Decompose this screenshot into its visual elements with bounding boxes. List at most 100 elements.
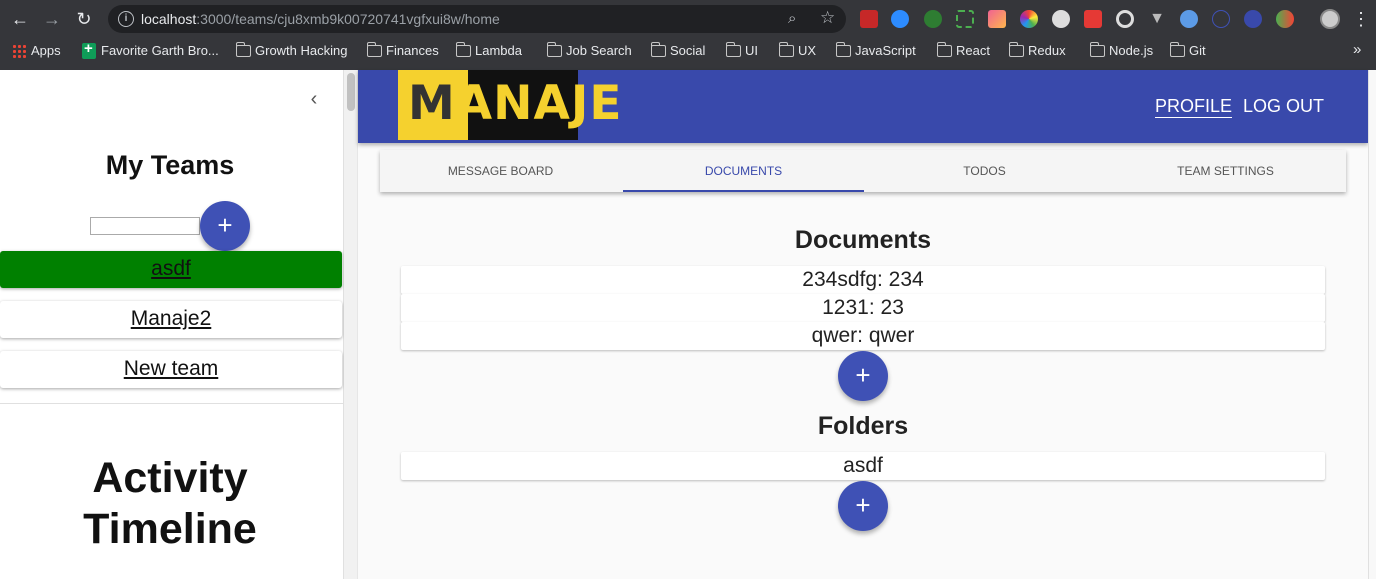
reload-icon[interactable]: ↻ — [72, 7, 96, 31]
folder-icon — [835, 42, 851, 57]
bookmark-label: JavaScript — [855, 43, 916, 58]
folder-icon — [366, 42, 382, 57]
url-text[interactable]: localhost:3000/teams/cju8xmb9k00720741vg… — [141, 11, 500, 27]
extension-icon[interactable] — [860, 10, 878, 28]
info-icon[interactable]: i — [118, 11, 134, 27]
browser-toolbar: ← → ↻ i localhost:3000/teams/cju8xmb9k00… — [0, 0, 1376, 38]
logo-letters: ANAJE — [455, 76, 623, 131]
extension-icon[interactable] — [1052, 10, 1070, 28]
team-label: New team — [123, 357, 219, 380]
color-picker-icon[interactable] — [1020, 10, 1038, 28]
sidebar: ‹ My Teams + asdf Manaje2 New team Activ… — [0, 70, 344, 579]
url-host: localhost — [141, 11, 197, 27]
bookmark-folder[interactable]: Job Search — [546, 42, 632, 60]
team-item-manaje2[interactable]: Manaje2 — [0, 301, 342, 338]
tab-message-board[interactable]: MESSAGE BOARD — [380, 150, 621, 192]
color-extension-icon[interactable] — [988, 10, 1006, 28]
tab-bar: MESSAGE BOARD DOCUMENTS TODOS TEAM SETTI… — [380, 150, 1346, 192]
folder-icon — [455, 42, 471, 57]
extension-icon[interactable] — [1244, 10, 1262, 28]
bookmark-folder[interactable]: UI — [725, 42, 758, 60]
sheet-icon — [82, 40, 96, 59]
logout-link[interactable]: LOG OUT — [1243, 96, 1324, 117]
add-document-button[interactable]: + — [838, 351, 888, 401]
document-item[interactable]: 1231: 23 — [401, 294, 1325, 322]
bookmark-label: Growth Hacking — [255, 43, 348, 58]
main-scrollbar[interactable] — [1368, 70, 1376, 579]
tab-documents[interactable]: DOCUMENTS — [623, 150, 864, 192]
app-bar: MANAJE PROFILE LOG OUT — [358, 70, 1368, 143]
bookmark-label: Apps — [31, 43, 61, 58]
tab-team-settings[interactable]: TEAM SETTINGS — [1105, 150, 1346, 192]
folder-item[interactable]: asdf — [401, 452, 1325, 480]
bookmark-folder[interactable]: Redux — [1008, 42, 1066, 60]
bookmark-label: Social — [670, 43, 706, 58]
bookmark-label: Finances — [386, 43, 439, 58]
extension-icon[interactable] — [1180, 10, 1198, 28]
profile-avatar-icon[interactable] — [1320, 9, 1340, 29]
folder-icon — [650, 42, 666, 57]
back-icon[interactable]: ← — [8, 7, 32, 31]
activity-title-line-2: Timeline — [83, 505, 257, 553]
bookmark-folder[interactable]: React — [936, 42, 990, 60]
bookmark-apps[interactable]: Apps — [12, 42, 61, 60]
tab-todos[interactable]: TODOS — [864, 150, 1105, 192]
extension-icon[interactable] — [1084, 10, 1102, 28]
screenshot-extension-icon[interactable] — [956, 10, 974, 28]
zoom-icon[interactable]: ⌕ — [788, 10, 796, 27]
manaje-logo[interactable]: MANAJE — [398, 70, 621, 140]
document-item[interactable]: qwer: qwer — [401, 322, 1325, 350]
url-path: :3000/teams/cju8xmb9k00720741vgfxui8w/ho… — [196, 11, 500, 27]
bookmark-label: UX — [798, 43, 817, 58]
my-teams-title: My Teams — [105, 150, 235, 180]
team-label: Manaje2 — [130, 307, 212, 330]
bookmarks-overflow-icon[interactable]: » — [1353, 41, 1361, 58]
zoom-extension-icon[interactable] — [891, 10, 909, 28]
team-item-new-team[interactable]: New team — [0, 351, 342, 388]
forward-icon[interactable]: → — [40, 7, 64, 31]
profile-link[interactable]: PROFILE — [1155, 96, 1233, 118]
bookmark-folder[interactable]: Node.js — [1089, 42, 1153, 60]
page: ‹ My Teams + asdf Manaje2 New team Activ… — [0, 70, 1376, 579]
bookmark-label: Git — [1189, 43, 1206, 58]
extension-icon[interactable] — [1116, 10, 1134, 28]
bookmark-folder[interactable]: UX — [778, 42, 817, 60]
bookmark-star-icon[interactable]: ☆ — [820, 8, 835, 28]
folder-icon — [1008, 42, 1024, 57]
menu-kebab-icon[interactable]: ⋮ — [1352, 7, 1370, 31]
documents-title: Documents — [794, 226, 932, 254]
bookmark-item[interactable]: Favorite Garth Bro... — [82, 40, 219, 60]
activity-title-line-1: Activity — [92, 454, 248, 502]
folder-icon — [546, 42, 562, 57]
new-team-input[interactable] — [90, 217, 200, 235]
bookmark-folder[interactable]: Finances — [366, 42, 439, 60]
logo-text: MANAJE — [408, 76, 622, 131]
chevron-left-icon[interactable]: ‹ — [304, 88, 324, 110]
folder-icon — [235, 42, 251, 57]
browser-chrome: ← → ↻ i localhost:3000/teams/cju8xmb9k00… — [0, 0, 1376, 70]
bookmark-folder[interactable]: Git — [1169, 42, 1206, 60]
bookmark-label: UI — [745, 43, 758, 58]
document-item[interactable]: 234sdfg: 234 — [401, 266, 1325, 294]
bookmark-folder[interactable]: Growth Hacking — [235, 42, 348, 60]
folder-icon — [725, 42, 741, 57]
folder-icon — [1089, 42, 1105, 57]
apollo-icon[interactable] — [1212, 10, 1230, 28]
add-team-button[interactable]: + — [200, 201, 250, 251]
scrollbar-thumb[interactable] — [347, 73, 355, 111]
folders-title: Folders — [817, 412, 909, 440]
evernote-icon[interactable] — [924, 10, 942, 28]
address-bar[interactable]: i localhost:3000/teams/cju8xmb9k00720741… — [108, 5, 846, 33]
add-folder-button[interactable]: + — [838, 481, 888, 531]
bookmarks-bar: Apps Favorite Garth Bro... Growth Hackin… — [0, 38, 1376, 64]
folder-icon — [1169, 42, 1185, 57]
team-item-asdf[interactable]: asdf — [0, 251, 342, 288]
sidebar-scrollbar[interactable] — [344, 70, 358, 579]
bookmark-label: Favorite Garth Bro... — [101, 43, 219, 58]
vue-devtools-icon[interactable]: ▼ — [1148, 10, 1166, 28]
bookmark-folder[interactable]: Social — [650, 42, 706, 60]
logo-letter-m: M — [408, 76, 456, 131]
bookmark-folder[interactable]: JavaScript — [835, 42, 916, 60]
bookmark-folder[interactable]: Lambda — [455, 42, 522, 60]
extension-icon[interactable] — [1276, 10, 1294, 28]
